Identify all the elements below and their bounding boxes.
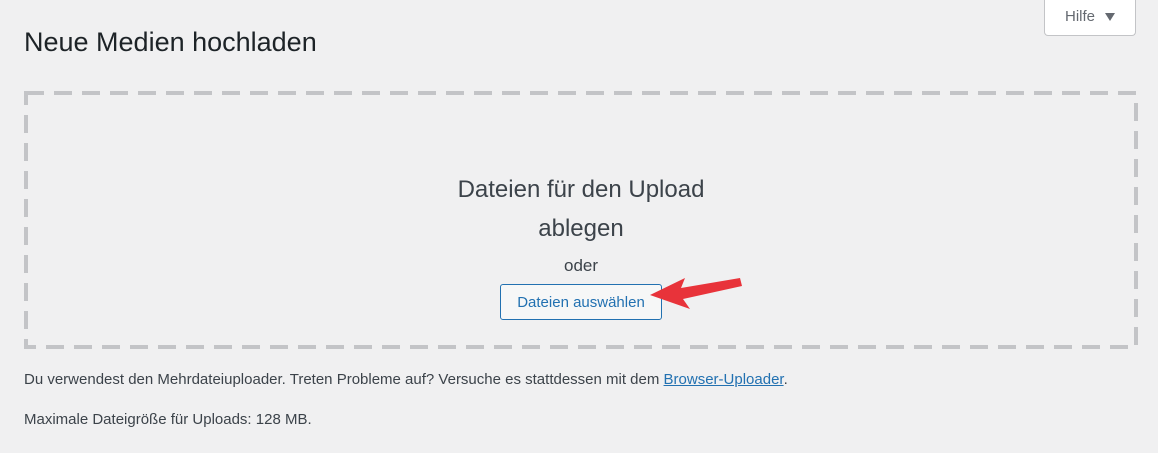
drop-instructions: Dateien für den Upload ablegen oder Date… (24, 91, 1138, 349)
browser-uploader-link[interactable]: Browser-Uploader (664, 371, 784, 388)
uploader-info-suffix: . (783, 371, 788, 388)
drop-instructions-line-2: ablegen (538, 215, 624, 242)
upload-dropzone[interactable]: Dateien für den Upload ablegen oder Date… (24, 91, 1138, 349)
max-upload-size-text: Maximale Dateigröße für Uploads: 128 MB. (24, 411, 312, 428)
uploader-info-text: Du verwendest den Mehrdateiuploader. Tre… (24, 370, 788, 390)
media-upload-page: Hilfe Neue Medien hochladen Dateien für … (0, 0, 1158, 453)
help-tab-button[interactable]: Hilfe (1044, 0, 1136, 36)
help-tab-label: Hilfe (1064, 8, 1095, 25)
caret-down-icon (1105, 13, 1115, 21)
page-title: Neue Medien hochladen (24, 27, 317, 57)
select-files-button[interactable]: Dateien auswählen (500, 284, 662, 320)
red-arrow-icon (650, 278, 742, 309)
uploader-info-message: Du verwendest den Mehrdateiuploader. Tre… (24, 371, 664, 388)
drop-instructions-line-1: Dateien für den Upload (457, 176, 705, 203)
or-separator-text: oder (563, 256, 599, 275)
